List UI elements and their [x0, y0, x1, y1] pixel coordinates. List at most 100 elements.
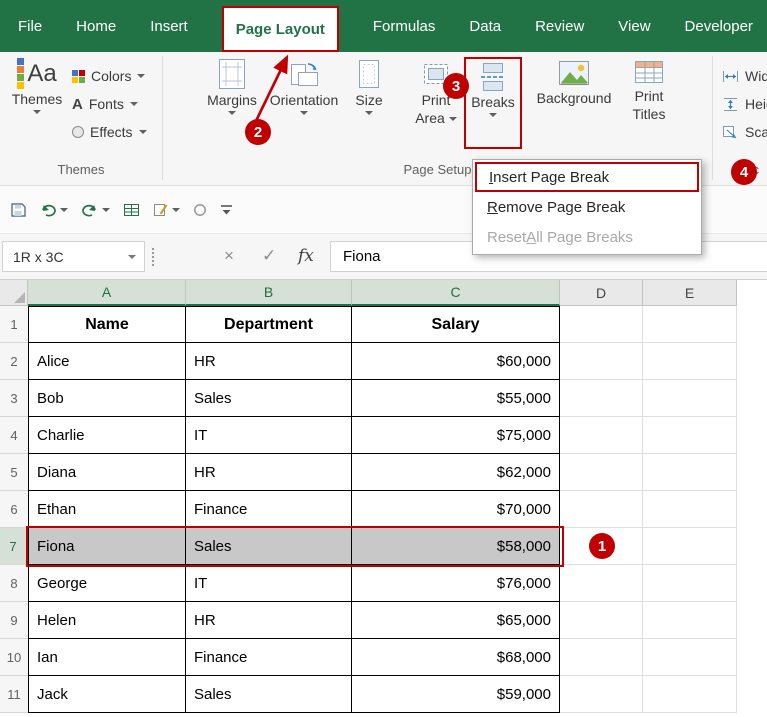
- cell-B3[interactable]: Sales: [186, 380, 352, 417]
- cell-D6[interactable]: [560, 491, 643, 528]
- cell-D9[interactable]: [560, 602, 643, 639]
- row-header-2[interactable]: 2: [0, 343, 28, 380]
- effects-button[interactable]: Effects: [72, 120, 147, 144]
- cell-C5[interactable]: $62,000: [352, 454, 560, 491]
- cell-E6[interactable]: [643, 491, 737, 528]
- cell-D5[interactable]: [560, 454, 643, 491]
- sheet-view-button[interactable]: [123, 203, 140, 217]
- menu-item-remove-page-break[interactable]: Remove Page Break: [475, 192, 699, 222]
- cell-A9[interactable]: Helen: [28, 602, 186, 639]
- customize-qat-button[interactable]: [220, 204, 233, 215]
- tab-formulas[interactable]: Formulas: [373, 0, 436, 52]
- cell-B7[interactable]: Sales: [186, 528, 352, 565]
- tab-insert[interactable]: Insert: [150, 0, 188, 52]
- cell-E8[interactable]: [643, 565, 737, 602]
- row-header-11[interactable]: 11: [0, 676, 28, 713]
- column-header-E[interactable]: E: [643, 280, 737, 306]
- save-button[interactable]: [10, 202, 26, 218]
- select-all-corner[interactable]: [0, 280, 28, 306]
- redo-button[interactable]: [81, 203, 110, 217]
- cell-E11[interactable]: [643, 676, 737, 713]
- cell-E5[interactable]: [643, 454, 737, 491]
- breaks-button[interactable]: Breaks: [464, 57, 522, 149]
- row-header-9[interactable]: 9: [0, 602, 28, 639]
- row-header-8[interactable]: 8: [0, 565, 28, 602]
- tab-data[interactable]: Data: [469, 0, 501, 52]
- column-header-B[interactable]: B: [186, 280, 352, 306]
- cell-E3[interactable]: [643, 380, 737, 417]
- row-header-6[interactable]: 6: [0, 491, 28, 528]
- cell-B5[interactable]: HR: [186, 454, 352, 491]
- undo-button[interactable]: [39, 203, 68, 217]
- cell-A8[interactable]: George: [28, 565, 186, 602]
- cell-C1[interactable]: Salary: [352, 306, 560, 343]
- cell-D11[interactable]: [560, 676, 643, 713]
- column-header-A[interactable]: A: [28, 280, 186, 306]
- cell-C3[interactable]: $55,000: [352, 380, 560, 417]
- scale-control[interactable]: Scale: [722, 120, 767, 144]
- name-box[interactable]: 1R x 3C: [2, 241, 145, 272]
- column-header-D[interactable]: D: [560, 280, 643, 306]
- margins-button[interactable]: Margins: [203, 58, 261, 115]
- cell-E10[interactable]: [643, 639, 737, 676]
- cell-B2[interactable]: HR: [186, 343, 352, 380]
- cell-C2[interactable]: $60,000: [352, 343, 560, 380]
- cell-B8[interactable]: IT: [186, 565, 352, 602]
- cell-D10[interactable]: [560, 639, 643, 676]
- column-header-C[interactable]: C: [352, 280, 560, 306]
- cell-B9[interactable]: HR: [186, 602, 352, 639]
- row-header-1[interactable]: 1: [0, 306, 28, 343]
- tab-file[interactable]: File: [18, 0, 42, 52]
- cell-E1[interactable]: [643, 306, 737, 343]
- cell-B10[interactable]: Finance: [186, 639, 352, 676]
- cell-C6[interactable]: $70,000: [352, 491, 560, 528]
- row-header-4[interactable]: 4: [0, 417, 28, 454]
- scale-width-control[interactable]: Widt: [722, 64, 767, 88]
- row-header-10[interactable]: 10: [0, 639, 28, 676]
- formula-bar-grabber[interactable]: [152, 248, 156, 266]
- tab-home[interactable]: Home: [76, 0, 116, 52]
- menu-item-insert-page-break[interactable]: Insert Page Break: [475, 162, 699, 192]
- cell-C9[interactable]: $65,000: [352, 602, 560, 639]
- tab-view[interactable]: View: [618, 0, 650, 52]
- scale-height-control[interactable]: Heig: [722, 92, 767, 116]
- cell-D8[interactable]: [560, 565, 643, 602]
- cell-D1[interactable]: [560, 306, 643, 343]
- themes-button[interactable]: Aa Themes: [8, 58, 66, 114]
- cell-B4[interactable]: IT: [186, 417, 352, 454]
- cell-C11[interactable]: $59,000: [352, 676, 560, 713]
- cell-A11[interactable]: Jack: [28, 676, 186, 713]
- cell-E4[interactable]: [643, 417, 737, 454]
- cancel-button[interactable]: ×: [224, 245, 234, 267]
- orientation-button[interactable]: Orientation: [265, 58, 343, 115]
- row-header-7[interactable]: 7: [0, 528, 28, 565]
- tab-developer[interactable]: Developer: [685, 0, 753, 52]
- status-button[interactable]: [193, 203, 207, 217]
- row-header-3[interactable]: 3: [0, 380, 28, 417]
- cell-A6[interactable]: Ethan: [28, 491, 186, 528]
- print-titles-button[interactable]: Print Titles: [620, 58, 678, 122]
- cell-C10[interactable]: $68,000: [352, 639, 560, 676]
- editing-mode-button[interactable]: [153, 202, 180, 217]
- cell-C8[interactable]: $76,000: [352, 565, 560, 602]
- cell-A5[interactable]: Diana: [28, 454, 186, 491]
- cell-E2[interactable]: [643, 343, 737, 380]
- cell-A2[interactable]: Alice: [28, 343, 186, 380]
- cell-D3[interactable]: [560, 380, 643, 417]
- insert-function-button[interactable]: fx: [298, 245, 314, 267]
- cell-C4[interactable]: $75,000: [352, 417, 560, 454]
- tab-page-layout[interactable]: Page Layout: [221, 6, 339, 52]
- cell-B1[interactable]: Department: [186, 306, 352, 343]
- size-button[interactable]: Size: [347, 58, 391, 115]
- cell-A1[interactable]: Name: [28, 306, 186, 343]
- cell-A4[interactable]: Charlie: [28, 417, 186, 454]
- cell-A3[interactable]: Bob: [28, 380, 186, 417]
- cell-A10[interactable]: Ian: [28, 639, 186, 676]
- cell-D2[interactable]: [560, 343, 643, 380]
- cell-E7[interactable]: [643, 528, 737, 565]
- cell-B11[interactable]: Sales: [186, 676, 352, 713]
- cell-D4[interactable]: [560, 417, 643, 454]
- cell-E9[interactable]: [643, 602, 737, 639]
- tab-review[interactable]: Review: [535, 0, 584, 52]
- colors-button[interactable]: Colors: [72, 64, 146, 88]
